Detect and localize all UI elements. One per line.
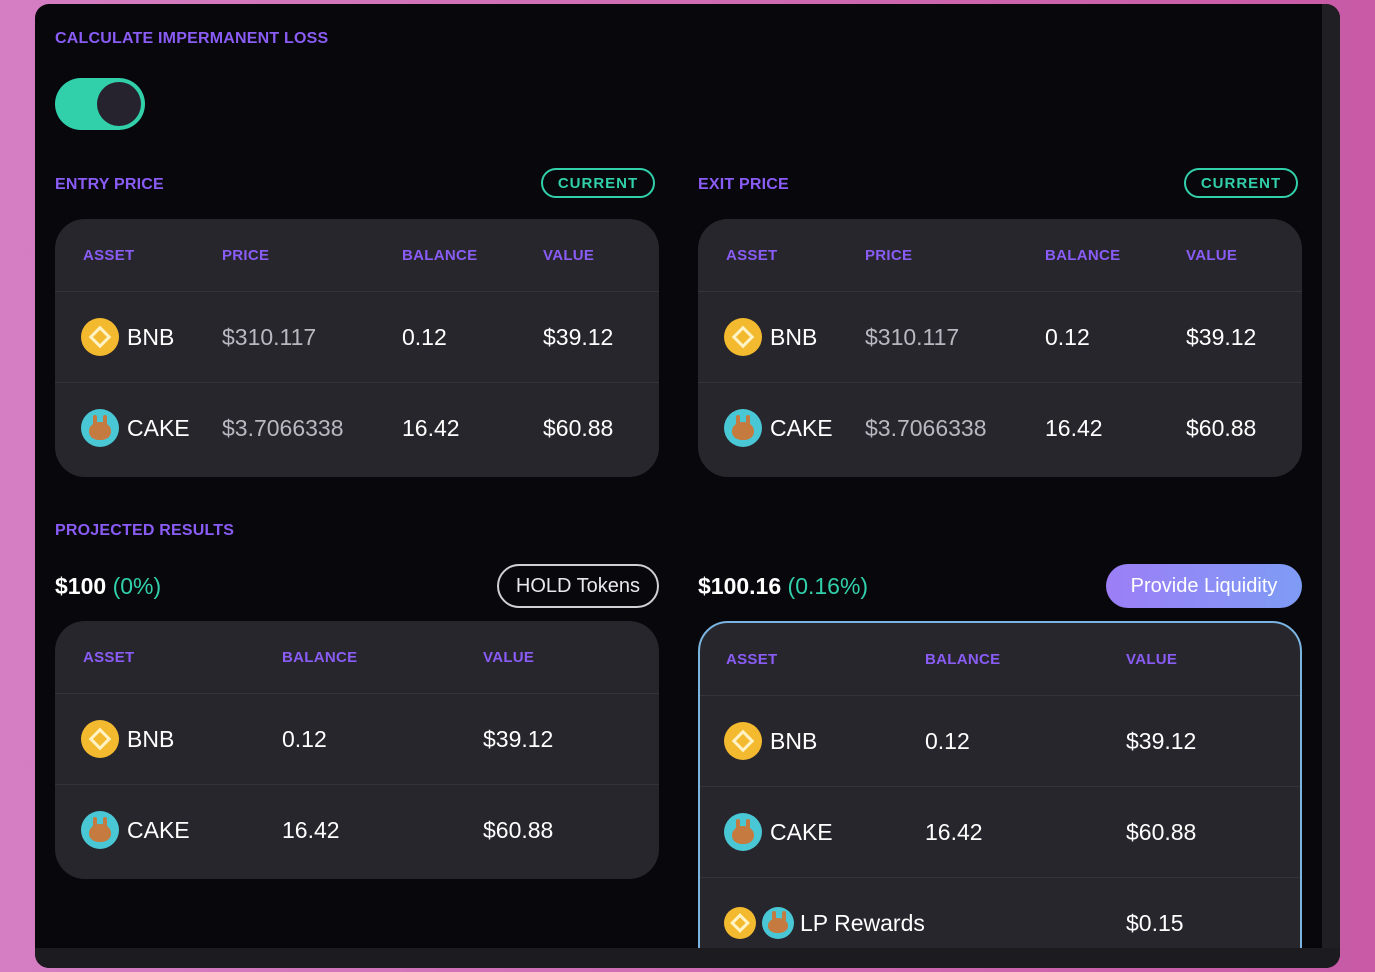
table-row: BNB $310.117 0.12 $39.12 [698,292,1302,383]
cake-icon [724,813,762,851]
value-amount: $60.88 [1126,818,1197,845]
asset-cell: CAKE [724,787,833,877]
bnb-icon [81,720,119,758]
header-price: PRICE [222,247,270,264]
table-header: ASSET PRICE BALANCE VALUE [698,219,1302,292]
value-amount: $39.12 [1186,323,1257,350]
balance-value: 0.12 [282,725,327,752]
hold-total-amount: $100 [55,573,107,599]
impermanent-loss-panel: CALCULATE IMPERMANENT LOSS ENTRY PRICE C… [35,4,1340,968]
impermanent-loss-toggle[interactable] [55,78,145,130]
bnb-icon [724,907,756,939]
table-row: CAKE 16.42 $60.88 [55,785,659,875]
entry-current-button[interactable]: CURRENT [541,168,655,198]
value-amount: $60.88 [543,414,614,441]
price-input[interactable]: $3.7066338 [865,383,987,473]
hold-total: $100 (0%) [55,573,161,600]
header-asset: ASSET [83,247,135,264]
balance-value: 0.12 [402,323,447,350]
header-asset: ASSET [726,247,778,264]
asset-cell: BNB [81,694,174,784]
header-balance: BALANCE [402,247,478,264]
value-amount: $39.12 [1126,727,1197,754]
header-value: VALUE [483,649,535,666]
exit-price-title: EXIT PRICE [698,176,789,193]
balance-value: 0.12 [925,727,970,754]
value-amount: $60.88 [1186,414,1257,441]
asset-cell: BNB [724,696,817,786]
asset-cell: BNB [724,292,817,382]
horizontal-scrollbar[interactable] [35,948,1340,968]
calculator-title: CALCULATE IMPERMANENT LOSS [55,30,329,47]
header-value: VALUE [1126,651,1178,668]
asset-name: BNB [127,725,175,752]
bnb-icon [724,318,762,356]
cake-icon [81,409,119,447]
cake-icon [81,811,119,849]
table-row: BNB 0.12 $39.12 [55,694,659,785]
price-input[interactable]: $310.117 [865,292,959,382]
header-asset: ASSET [83,649,135,666]
header-balance: BALANCE [1045,247,1121,264]
entry-price-table: ASSET PRICE BALANCE VALUE BNB $310.117 0… [55,219,659,477]
asset-name: CAKE [127,414,190,441]
asset-name: CAKE [127,816,190,843]
asset-cell: CAKE [81,785,190,875]
header-asset: ASSET [726,651,778,668]
asset-name: BNB [770,727,818,754]
table-header: ASSET BALANCE VALUE [700,623,1300,696]
balance-value: 16.42 [282,816,340,843]
header-balance: BALANCE [925,651,1001,668]
projected-results-title: PROJECTED RESULTS [55,522,235,539]
table-row: BNB $310.117 0.12 $39.12 [55,292,659,383]
vertical-scrollbar[interactable] [1322,4,1340,968]
header-balance: BALANCE [282,649,358,666]
balance-value: 16.42 [402,414,460,441]
lp-rewards-label: LP Rewards [800,909,925,936]
balance-value: 16.42 [925,818,983,845]
header-value: VALUE [1186,247,1238,264]
hold-tokens-button[interactable]: HOLD Tokens [497,564,659,608]
liquidity-total: $100.16 (0.16%) [698,573,868,600]
exit-current-button[interactable]: CURRENT [1184,168,1298,198]
asset-name: BNB [770,323,818,350]
asset-cell: BNB [81,292,174,382]
value-amount: $39.12 [483,725,554,752]
price-input[interactable]: $3.7066338 [222,383,344,473]
cake-icon [724,409,762,447]
asset-cell: CAKE [81,383,190,473]
exit-price-table: ASSET PRICE BALANCE VALUE BNB $310.117 0… [698,219,1302,477]
table-header: ASSET PRICE BALANCE VALUE [55,219,659,292]
balance-value: 16.42 [1045,414,1103,441]
balance-value: 0.12 [1045,323,1090,350]
asset-name: CAKE [770,414,833,441]
value-amount: $60.88 [483,816,554,843]
bnb-icon [81,318,119,356]
provide-liquidity-button[interactable]: Provide Liquidity [1106,564,1302,608]
cake-icon [762,907,794,939]
bnb-icon [724,722,762,760]
table-header: ASSET BALANCE VALUE [55,621,659,694]
price-input[interactable]: $310.117 [222,292,316,382]
liquidity-results-table: ASSET BALANCE VALUE BNB 0.12 $39.12 CAKE… [698,621,1302,968]
entry-price-title: ENTRY PRICE [55,176,164,193]
table-row: CAKE $3.7066338 16.42 $60.88 [698,383,1302,473]
header-price: PRICE [865,247,913,264]
table-row: CAKE 16.42 $60.88 [700,787,1300,878]
toggle-knob [97,82,141,126]
liquidity-total-pct: (0.16%) [787,573,869,599]
liquidity-total-amount: $100.16 [698,573,782,599]
header-value: VALUE [543,247,595,264]
value-amount: $39.12 [543,323,614,350]
asset-cell: CAKE [724,383,833,473]
asset-name: CAKE [770,818,833,845]
table-row: BNB 0.12 $39.12 [700,696,1300,787]
hold-results-table: ASSET BALANCE VALUE BNB 0.12 $39.12 CAKE… [55,621,659,879]
table-row: CAKE $3.7066338 16.42 $60.88 [55,383,659,473]
asset-name: BNB [127,323,175,350]
hold-total-pct: (0%) [112,573,162,599]
